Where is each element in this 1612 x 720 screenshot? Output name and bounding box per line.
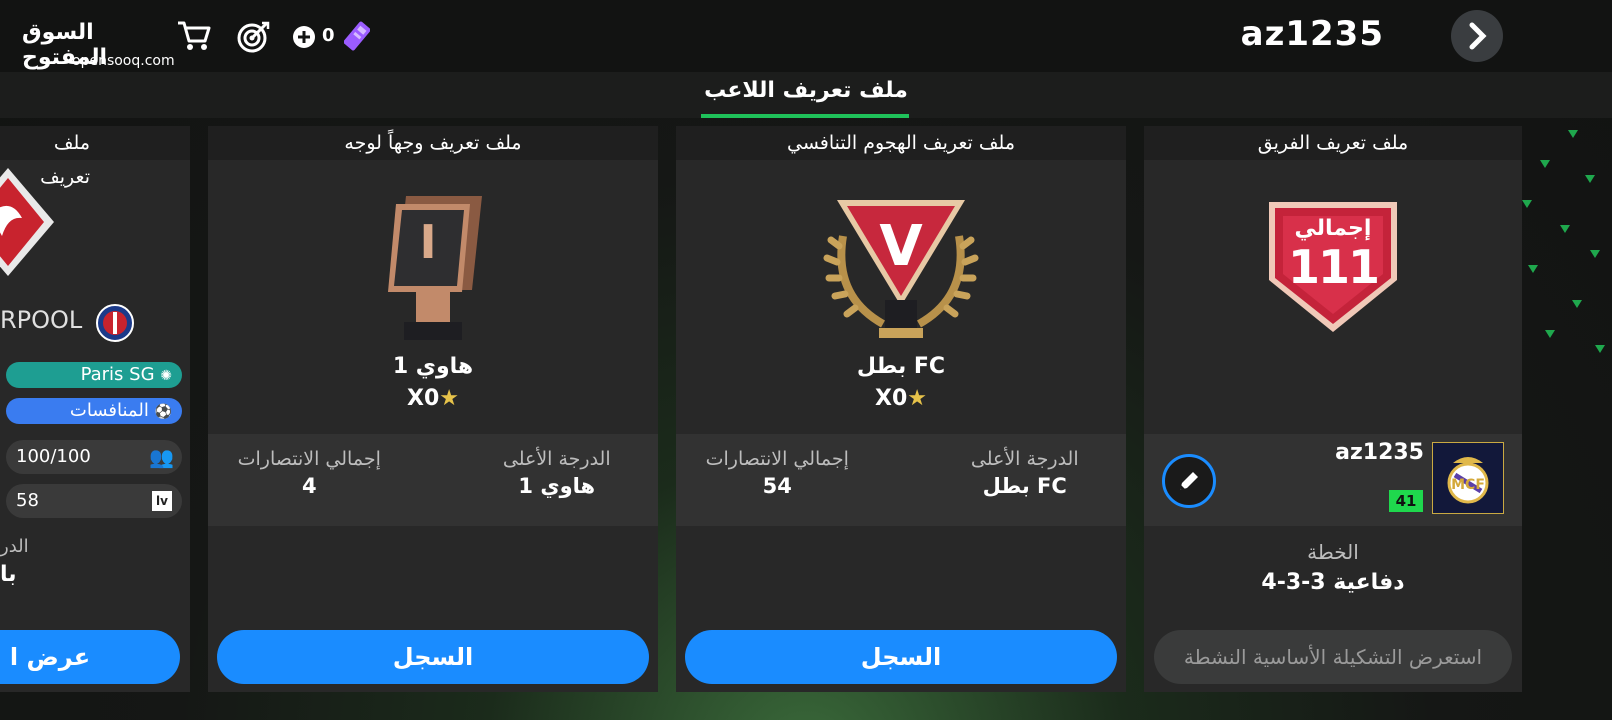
points-counter: 0 <box>322 25 335 46</box>
badge-number: 111 <box>1287 240 1380 294</box>
stars-value: X0 <box>406 386 440 411</box>
username: az1235 <box>1240 14 1384 54</box>
team-pill-label: Paris SG <box>80 364 155 385</box>
total-wins-stat: إجمالي الانتصارات 54 <box>676 448 879 498</box>
edit-button[interactable] <box>1162 454 1216 508</box>
stat-value: هاوي 1 <box>518 474 596 498</box>
club-name: RPOOL <box>0 306 83 334</box>
stat-value: بطل FC <box>982 474 1067 498</box>
team-profile-card: ملف تعريف الفريق إجمالي 111 az1235 41 MC… <box>1144 126 1522 692</box>
highest-rank-stat: الدرجة الأعلى هاوي 1 <box>456 448 659 498</box>
points-icon <box>343 21 371 55</box>
decor-triangle <box>1545 330 1555 338</box>
card-title: ملف تعريف الهجوم التنافسي <box>676 126 1126 160</box>
star-icon: ★ <box>439 386 459 411</box>
decor-triangle <box>1572 300 1582 308</box>
level-icon: lv <box>152 491 172 511</box>
svg-text:MCF: MCF <box>1451 477 1485 493</box>
competitions-pill[interactable]: المنافسات ⚽ <box>6 398 182 424</box>
history-button[interactable]: السجل <box>685 630 1117 684</box>
overall-badge: إجمالي 111 <box>1263 200 1403 334</box>
total-wins-stat: إجمالي الانتصارات 4 <box>208 448 411 498</box>
amateur-trophy: I <box>382 192 486 342</box>
rivals-stats: الدرجة الأعلى بطل FC إجمالي الانتصارات 5… <box>676 434 1126 526</box>
svg-text:I: I <box>419 215 436 269</box>
target-icon[interactable] <box>236 20 272 58</box>
card-title: ملف تعريف الفريق <box>1144 126 1522 160</box>
partial-label: الدر <box>0 536 29 557</box>
highest-rank-stat: الدرجة الأعلى بطل FC <box>924 448 1127 498</box>
club-emblem <box>0 166 56 296</box>
formation-label: الخطة <box>1307 540 1359 564</box>
decor-triangle <box>1522 200 1532 208</box>
badge-word: إجمالي <box>1294 216 1372 241</box>
rivals-profile-card: ملف تعريف الهجوم التنافسي V بطل FC X0★ ا… <box>676 126 1126 692</box>
card-title: ملف تعريف وجهاً لوجه <box>208 126 658 160</box>
stars-value: X0 <box>874 386 908 411</box>
club-crest: MCF <box>1432 442 1504 514</box>
team-pill[interactable]: Paris SG ✺ <box>6 362 182 388</box>
club-profile-card-partial: ملف تعريف RPOOL Paris SG ✺ المنافسات ⚽ 1… <box>0 126 190 692</box>
rivals-rank-emblem: V <box>823 196 979 342</box>
members-value: 100/100 <box>16 446 91 467</box>
decor-triangle <box>1528 265 1538 273</box>
stat-value: 4 <box>301 474 317 498</box>
club-name: az1235 <box>1335 440 1424 465</box>
level-value: 58 <box>16 490 39 511</box>
active-tab-indicator <box>701 114 909 118</box>
formation-value: 4-3-3 دفاعية <box>1261 570 1405 595</box>
logo-english: opensooq.com <box>72 53 175 69</box>
partial-value: با <box>0 562 17 587</box>
stars-count: X0★ <box>208 386 658 411</box>
stat-label: الدرجة الأعلى <box>502 448 611 470</box>
opensooq-logo: السوق المفتوح opensooq.com <box>22 18 175 74</box>
decor-triangle <box>1560 225 1570 233</box>
rank-name: بطل FC <box>856 354 946 379</box>
competitions-pill-label: المنافسات <box>69 400 149 421</box>
forward-button[interactable] <box>1451 10 1503 62</box>
decor-triangle <box>1585 175 1595 183</box>
rank-letter: V <box>879 214 923 279</box>
stat-value: 54 <box>762 474 792 498</box>
card-title: ملف تعريف <box>0 126 190 188</box>
psg-crest-icon <box>96 304 134 342</box>
level-field: 58 lv <box>6 484 182 518</box>
view-button[interactable]: عرض ا <box>0 630 180 684</box>
real-madrid-crest-icon: MCF <box>1447 457 1489 504</box>
stat-label: الدرجة الأعلى <box>970 448 1079 470</box>
cart-icon[interactable] <box>176 20 212 56</box>
history-button[interactable]: السجل <box>217 630 649 684</box>
add-coins-icon[interactable] <box>292 25 316 53</box>
pencil-icon <box>1180 472 1198 490</box>
stat-label: إجمالي الانتصارات <box>705 448 849 470</box>
level-badge: 41 <box>1389 490 1423 512</box>
team-info-row: az1235 41 MCF <box>1144 434 1522 526</box>
stat-label: إجمالي الانتصارات <box>237 448 381 470</box>
decor-triangle <box>1540 160 1550 168</box>
stars-count: X0★ <box>676 386 1126 411</box>
head-to-head-profile-card: ملف تعريف وجهاً لوجه I هاوي 1 X0★ الدرجة… <box>208 126 658 692</box>
settings-icon: ✺ <box>160 368 172 384</box>
decor-triangle <box>1568 130 1578 138</box>
star-icon: ★ <box>907 386 927 411</box>
decor-triangle <box>1595 345 1605 353</box>
chevron-right-icon <box>1469 22 1487 50</box>
view-active-squad-button[interactable]: استعرض التشكيلة الأساسية النشطة <box>1154 630 1512 684</box>
rank-name: هاوي 1 <box>392 354 474 379</box>
friendlies-stats: الدرجة الأعلى هاوي 1 إجمالي الانتصارات 4 <box>208 434 658 526</box>
ball-icon: ⚽ <box>154 404 172 420</box>
members-field: 100/100 👥 <box>6 440 182 474</box>
page-title[interactable]: ملف تعريف اللاعب <box>0 78 1612 103</box>
group-icon: 👥 <box>149 445 174 469</box>
decor-triangle <box>1590 250 1600 258</box>
